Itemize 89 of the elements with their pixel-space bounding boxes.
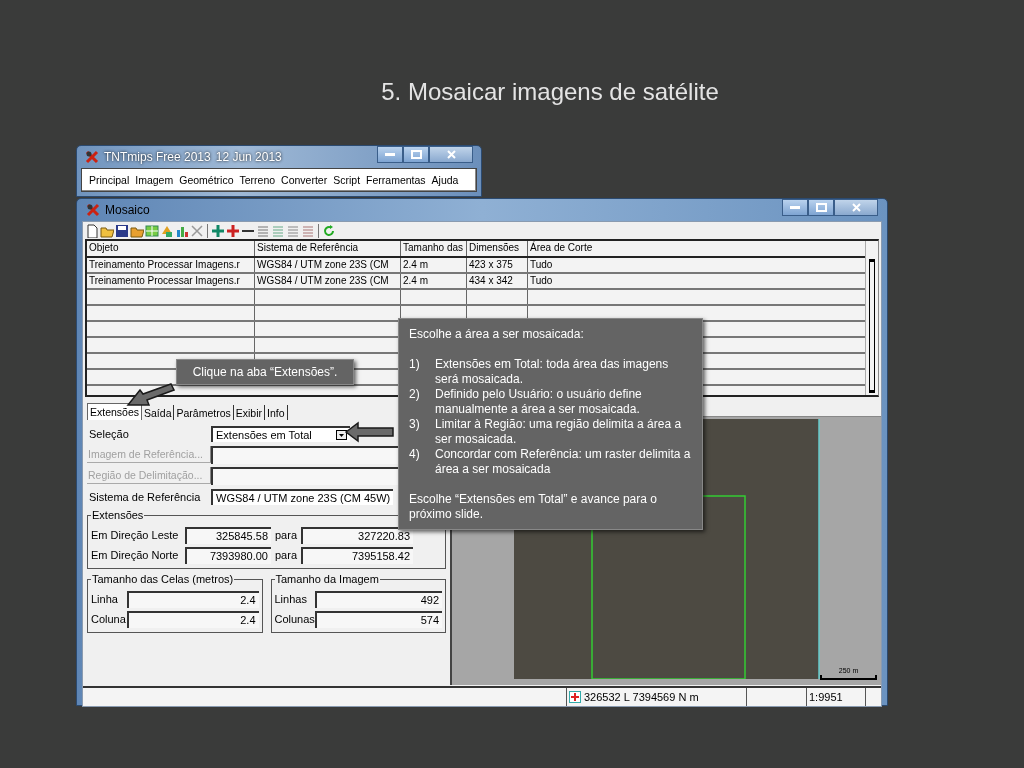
field-label: para bbox=[274, 529, 299, 541]
save-icon[interactable] bbox=[115, 223, 129, 238]
scrollbar[interactable] bbox=[869, 259, 875, 393]
table-cell: 434 x 342 bbox=[467, 274, 528, 288]
tab[interactable]: Info bbox=[265, 405, 288, 420]
input-field[interactable]: 574 bbox=[314, 610, 442, 628]
table-cell: 2.4 m bbox=[401, 258, 467, 272]
table-cell-text: Tudo bbox=[529, 274, 554, 288]
hint-tooltip: Clique na aba “Extensões”. bbox=[176, 359, 354, 385]
field-label: Seleção bbox=[88, 427, 130, 440]
app-logo-icon bbox=[85, 150, 99, 164]
menu-item[interactable]: Principal bbox=[86, 174, 133, 186]
coordinates-readout: 326532 L 7394569 N m bbox=[584, 691, 699, 703]
table-cell: 2.4 m bbox=[401, 274, 467, 288]
menu-item[interactable]: Imagem bbox=[132, 174, 177, 186]
input-field[interactable]: 325845.58 bbox=[185, 526, 271, 544]
menu-item[interactable]: Script bbox=[330, 174, 364, 186]
menu-item[interactable]: Converter bbox=[278, 174, 331, 186]
list-number: 4) bbox=[409, 447, 421, 463]
list-item-text: Extensões em Total: toda área das imagens será mosaicada. bbox=[435, 357, 670, 387]
maximize-icon bbox=[815, 203, 827, 212]
field-label: Em Direção Leste bbox=[91, 529, 180, 541]
input-field[interactable]: 2.4 bbox=[127, 610, 259, 628]
refresh-icon[interactable] bbox=[322, 223, 336, 238]
callout-text: Escolhe a área a ser mosaicada: bbox=[409, 327, 585, 342]
input-field[interactable]: 7395158.42 bbox=[301, 546, 414, 564]
input-field[interactable]: 492 bbox=[314, 590, 442, 608]
minimize-icon bbox=[385, 153, 395, 156]
table-cell-text: Tudo bbox=[529, 258, 554, 272]
new-file-icon[interactable] bbox=[85, 223, 99, 238]
field-label: Linha bbox=[91, 593, 119, 605]
delete-icon[interactable] bbox=[190, 223, 204, 238]
field-label: para bbox=[274, 549, 299, 561]
close-icon bbox=[851, 203, 861, 212]
table-cell: WGS84 / UTM zone 23S (CM bbox=[255, 274, 401, 288]
minimize-icon bbox=[790, 206, 800, 209]
pointer-arrow bbox=[344, 421, 396, 443]
list-number: 2) bbox=[409, 387, 421, 403]
menu-item[interactable]: Ajuda bbox=[428, 174, 462, 186]
list-number: 3) bbox=[409, 417, 421, 433]
field-label: Sistema de Referência bbox=[88, 490, 202, 503]
menu-item[interactable]: Terreno bbox=[236, 174, 279, 186]
column-header[interactable]: Sistema de Referência bbox=[255, 241, 401, 256]
column-header[interactable]: Dimensões bbox=[467, 241, 528, 256]
table-cell: Treinamento Processar Imagens.r bbox=[87, 274, 255, 288]
minimize-button[interactable] bbox=[782, 199, 808, 216]
plus-icon[interactable] bbox=[226, 223, 240, 238]
dropdown[interactable]: WGS84 / UTM zone 23S (CM 45W) bbox=[211, 488, 393, 505]
menu-item[interactable]: Geométrico bbox=[176, 174, 237, 186]
column-header[interactable]: Tamanho das bbox=[401, 241, 467, 256]
scale-bar bbox=[820, 675, 877, 680]
column-header[interactable]: Objeto bbox=[87, 241, 255, 256]
close-button[interactable] bbox=[834, 199, 878, 216]
close-button[interactable] bbox=[429, 146, 473, 163]
field-label: Colunas bbox=[274, 613, 315, 625]
minimize-button[interactable] bbox=[377, 146, 403, 163]
tab[interactable]: Parâmetros bbox=[174, 405, 234, 420]
group-title: Extensões bbox=[91, 509, 145, 521]
field-label: Em Direção Norte bbox=[91, 549, 180, 561]
slide-title: 5. Mosaicar imagens de satélite bbox=[380, 77, 720, 106]
grid-icon[interactable] bbox=[145, 223, 159, 238]
list-number: 1) bbox=[409, 357, 421, 373]
table-cell: Treinamento Processar Imagens.r bbox=[87, 258, 255, 272]
window-title: Mosaico bbox=[105, 203, 150, 217]
group-title: Tamanho das Celas (metros) bbox=[91, 573, 235, 585]
maximize-button[interactable] bbox=[808, 199, 834, 216]
plus-icon[interactable] bbox=[211, 223, 225, 238]
tab[interactable]: Extensões bbox=[87, 403, 143, 420]
field-label: Coluna bbox=[91, 613, 127, 625]
scale-readout: 1:9951 bbox=[809, 691, 843, 703]
input-field[interactable]: 7393980.00 bbox=[185, 546, 271, 564]
list-item-text: Definido pelo Usuário: o usuário define manualmente a área a ser mosaicada. bbox=[435, 387, 643, 417]
close-icon bbox=[446, 150, 456, 159]
window-date: 12 Jun 2013 bbox=[215, 150, 282, 164]
tab[interactable]: Exibir bbox=[233, 405, 266, 420]
input-field[interactable]: 327220.83 bbox=[301, 526, 414, 544]
app-logo-icon bbox=[86, 203, 100, 217]
maximize-button[interactable] bbox=[403, 146, 429, 163]
field-label: Linhas bbox=[274, 593, 308, 605]
column-header[interactable]: Área de Corte bbox=[528, 241, 865, 256]
input-field[interactable]: 2.4 bbox=[127, 590, 259, 608]
window-title: TNTmips Free 2013 bbox=[104, 150, 211, 164]
group-title: Tamanho da Imagem bbox=[274, 573, 380, 585]
menu-item[interactable]: Ferramentas bbox=[363, 174, 429, 186]
table-cell: WGS84 / UTM zone 23S (CM bbox=[255, 258, 401, 272]
crosshair-icon bbox=[569, 691, 581, 703]
table-cell: 423 x 375 bbox=[467, 258, 528, 272]
dropdown[interactable]: Extensões em Total bbox=[211, 425, 350, 442]
maximize-icon bbox=[410, 150, 422, 159]
